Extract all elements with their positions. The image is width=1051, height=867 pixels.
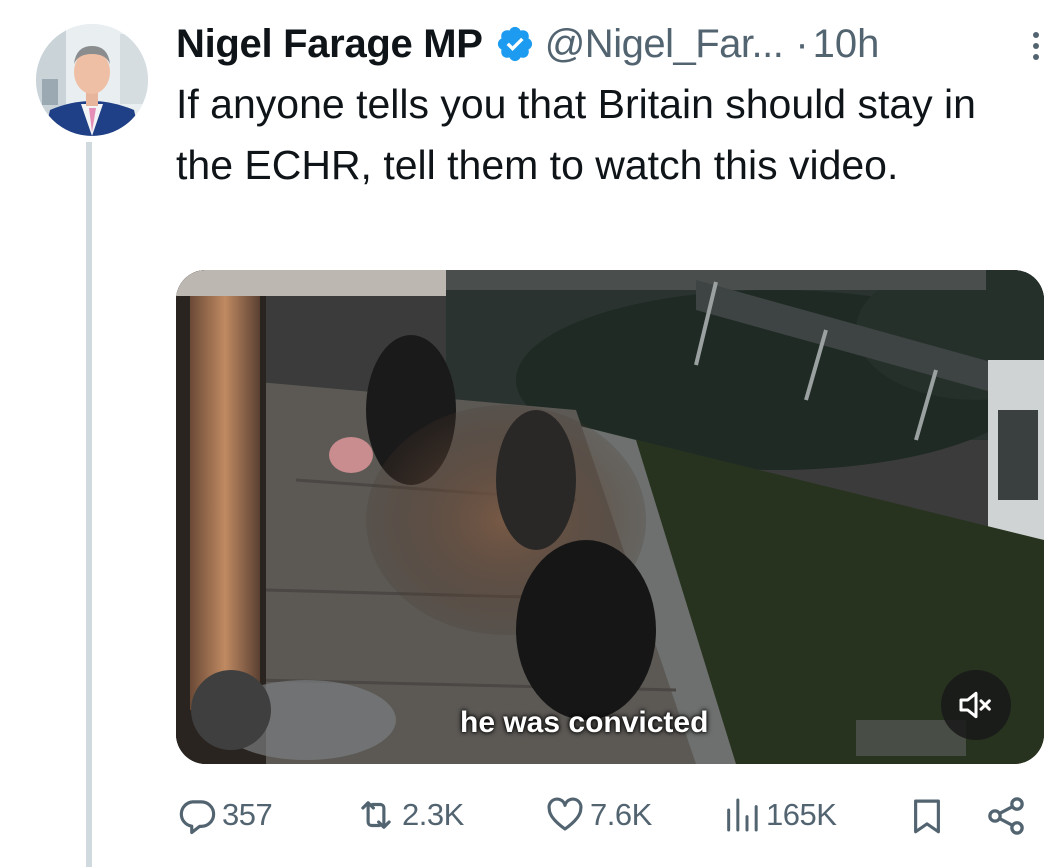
tweet-header: Nigel Farage MP @Nigel_Far... · 10h bbox=[176, 18, 1036, 70]
share-icon[interactable] bbox=[984, 794, 1028, 838]
repost-button[interactable]: 2.3K bbox=[354, 790, 464, 840]
video-caption: he was convicted bbox=[460, 706, 709, 739]
view-count: 165K bbox=[766, 797, 837, 832]
thread-connector-line bbox=[86, 142, 92, 867]
video-player[interactable] bbox=[176, 270, 1044, 764]
more-vertical-icon[interactable] bbox=[1021, 26, 1051, 66]
repost-icon bbox=[361, 801, 391, 829]
bookmark-icon[interactable] bbox=[906, 794, 948, 838]
heart-icon bbox=[547, 797, 583, 831]
reply-icon bbox=[179, 800, 216, 835]
volume-muted-icon bbox=[959, 691, 991, 719]
reply-button[interactable]: 357 bbox=[176, 790, 273, 840]
views-button[interactable]: 165K bbox=[722, 790, 837, 840]
tweet-actions: 357 2.3K 7.6K 165K bbox=[176, 790, 1046, 840]
timestamp[interactable]: 10h bbox=[813, 22, 880, 67]
views-chart-icon bbox=[727, 798, 758, 832]
like-count: 7.6K bbox=[590, 797, 652, 832]
verified-badge-icon bbox=[497, 26, 532, 62]
reply-count: 357 bbox=[222, 797, 273, 832]
tweet-text: If anyone tells you that Britain should … bbox=[176, 81, 976, 188]
author-name[interactable]: Nigel Farage MP bbox=[176, 22, 483, 67]
author-handle[interactable]: @Nigel_Far... bbox=[545, 22, 784, 67]
like-button[interactable]: 7.6K bbox=[544, 790, 652, 840]
avatar[interactable] bbox=[36, 24, 148, 136]
video-frame bbox=[176, 270, 1044, 764]
mute-button[interactable] bbox=[941, 670, 1011, 740]
separator-dot: · bbox=[795, 21, 809, 66]
repost-count: 2.3K bbox=[402, 797, 464, 832]
